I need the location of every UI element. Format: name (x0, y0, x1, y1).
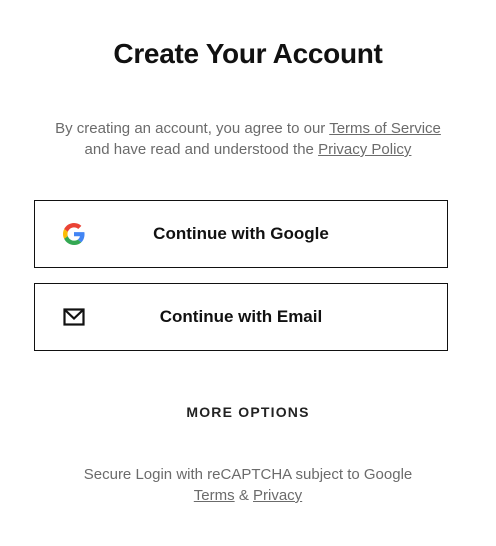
agreement-prefix: By creating an account, you agree to our (55, 120, 326, 137)
email-button-label: Continue with Email (159, 307, 323, 326)
terms-agreement-text: By creating an account, you agree to our… (20, 118, 476, 160)
page-title: Create Your Account (113, 38, 383, 69)
agreement-middle: and have read and understood the (84, 141, 314, 158)
recaptcha-notice: Secure Login with reCAPTCHA subject to G… (20, 464, 476, 506)
recaptcha-separator: & (238, 487, 249, 504)
recaptcha-terms-link[interactable]: Terms (194, 487, 235, 504)
google-icon (63, 223, 85, 245)
google-button-label: Continue with Google (153, 224, 329, 243)
envelope-icon (63, 308, 85, 326)
more-options-button[interactable]: MORE OPTIONS (0, 404, 496, 420)
recaptcha-text: Secure Login with reCAPTCHA subject to G… (83, 466, 413, 483)
continue-with-google-button[interactable]: Continue with Google (34, 200, 448, 268)
privacy-policy-link[interactable]: Privacy Policy (318, 141, 411, 158)
continue-with-email-button[interactable]: Continue with Email (34, 283, 448, 351)
recaptcha-privacy-link[interactable]: Privacy (253, 487, 302, 504)
terms-of-service-link[interactable]: Terms of Service (329, 120, 441, 137)
